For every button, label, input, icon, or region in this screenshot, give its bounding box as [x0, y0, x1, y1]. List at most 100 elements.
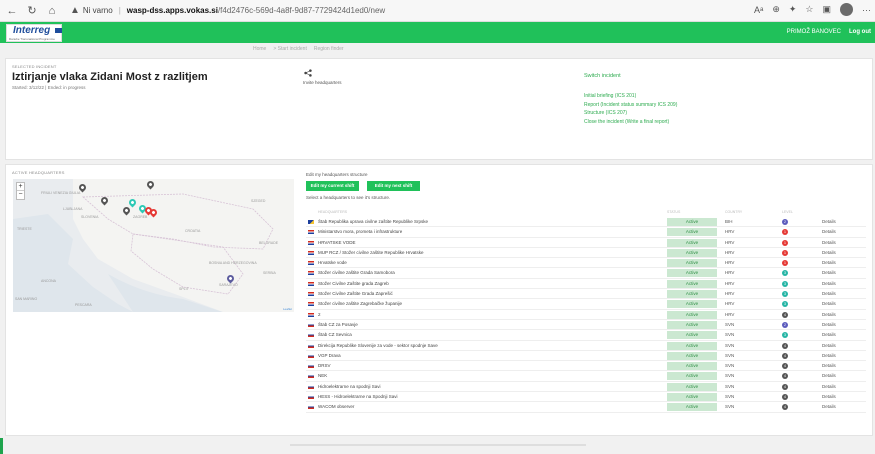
details-link[interactable]: Details — [822, 343, 836, 348]
headquarters-name[interactable]: Direkcija Republike Slovenije za vode - … — [318, 343, 438, 348]
details-link[interactable]: Details — [822, 291, 836, 296]
map-label: Sarajevo — [219, 283, 238, 287]
table-row[interactable]: Stožer Civilne Zaštite Grada Zaprešić Act… — [306, 289, 866, 300]
details-link[interactable]: Details — [822, 301, 836, 306]
details-link[interactable]: Details — [822, 322, 836, 327]
favorites-icon[interactable]: ☆ — [805, 4, 813, 15]
table-row[interactable]: HESS - Hidroelektrarne na Spodnji Savi Ac… — [306, 392, 866, 403]
headquarters-name[interactable]: MUP RCZ / Stožer civilne zaštite Republi… — [318, 250, 423, 255]
read-aloud-icon[interactable]: Aᵃ — [754, 5, 763, 15]
switch-incident-link[interactable]: Switch incident — [584, 73, 621, 79]
country-code: BIH — [725, 219, 733, 224]
more-icon[interactable]: ··· — [862, 5, 871, 15]
headquarters-name[interactable]: 2 — [318, 312, 321, 317]
details-link[interactable]: Details — [822, 404, 836, 409]
breadcrumb-home[interactable]: Home — [253, 46, 266, 52]
invite-headquarters-link[interactable]: Invite headquarters — [303, 80, 342, 85]
security-label[interactable]: Ni varno — [83, 6, 113, 15]
details-link[interactable]: Details — [822, 260, 836, 265]
link-initial-briefing[interactable]: Initial briefing (ICS 201) — [584, 93, 677, 99]
details-link[interactable]: Details — [822, 312, 836, 317]
breadcrumb-start-incident[interactable]: > Start incident — [273, 46, 307, 52]
table-row[interactable]: HRVATSKE VODE Active HRV 1 Details — [306, 238, 866, 248]
table-row[interactable]: VGP Drava Active SVN 4 Details — [306, 351, 866, 362]
extensions-icon[interactable]: ✦ — [789, 4, 797, 15]
status-badge: Active — [667, 320, 717, 329]
user-name[interactable]: PRIMOŽ BANOVEC — [787, 29, 841, 35]
logout-link[interactable]: Log out — [849, 29, 871, 35]
table-row[interactable]: Stožer civilne zaštite Zagrebačke župani… — [306, 299, 866, 310]
warning-icon[interactable]: ▲ — [70, 5, 80, 16]
headquarters-name[interactable]: Stožer civilne zaštite Grada Samobora — [318, 270, 395, 275]
details-link[interactable]: Details — [822, 332, 836, 337]
table-row[interactable]: MUP RCZ / Stožer civilne zaštite Republi… — [306, 248, 866, 259]
table-row[interactable]: Direkcija Republike Slovenije za vode - … — [306, 341, 866, 351]
headquarters-name[interactable]: Stožer Civilne Zaštite grada Zagreb — [318, 281, 389, 286]
link-close-incident[interactable]: Close the incident (Write a final report… — [584, 119, 677, 125]
headquarters-name[interactable]: Stožer civilne zaštite Zagrebačke župani… — [318, 301, 402, 306]
table-row[interactable]: WACOM observer Active SVN 4 Details — [306, 402, 866, 413]
table-row[interactable]: Hidroelektrarne na spodnji Savi Active SVN… — [306, 382, 866, 393]
details-link[interactable]: Details — [822, 394, 836, 399]
details-link[interactable]: Details — [822, 363, 836, 368]
headquarters-name[interactable]: Hrvatske vode — [318, 260, 347, 265]
headquarters-name[interactable]: Stožer Civilne Zaštite Grada Zaprešić — [318, 291, 393, 296]
address-bar[interactable]: ▲ Ni varno | wasp-dss.apps.vokas.si /f4d… — [70, 2, 515, 19]
headquarters-name[interactable]: Štab Republika uprava civilne zaštite Re… — [318, 219, 428, 224]
table-row[interactable]: Ministarstvo mora, prometa i infrastrukt… — [306, 227, 866, 238]
flag-icon — [308, 312, 314, 317]
details-link[interactable]: Details — [822, 219, 836, 224]
back-icon[interactable]: ← — [4, 3, 20, 19]
details-link[interactable]: Details — [822, 229, 836, 234]
breadcrumb-region-finder[interactable]: Region finder — [314, 46, 344, 52]
incident-report-links: Initial briefing (ICS 201) Report (Incid… — [584, 93, 677, 125]
level-badge: 1 — [782, 229, 788, 236]
edit-next-shift-button[interactable]: Edit my next shift — [367, 181, 420, 191]
flag-icon — [308, 240, 314, 245]
table-row[interactable]: DRSV Active SVN 4 Details — [306, 361, 866, 372]
profile-icon[interactable] — [840, 3, 853, 16]
table-row[interactable]: Štab CZ za Posavje Active SVN 2 Details — [306, 320, 866, 331]
details-link[interactable]: Details — [822, 353, 836, 358]
headquarters-name[interactable]: NEK — [318, 373, 327, 378]
link-structure[interactable]: Structure (ICS 207) — [584, 110, 677, 116]
collections-icon[interactable]: ▣ — [822, 4, 831, 15]
headquarters-name[interactable]: Ministarstvo mora, prometa i infrastrukt… — [318, 229, 402, 234]
map-attribution[interactable]: Leaflet — [283, 307, 292, 311]
refresh-icon[interactable]: ↻ — [24, 3, 40, 19]
details-link[interactable]: Details — [822, 281, 836, 286]
table-row[interactable]: Stožer Civilne Zaštite grada Zagreb Activ… — [306, 279, 866, 290]
details-link[interactable]: Details — [822, 270, 836, 275]
zoom-icon[interactable]: ⊕ — [772, 4, 780, 15]
interreg-logo[interactable]: Interreg Danube Transnational Programme — [6, 24, 62, 42]
table-row[interactable]: Hrvatske vode Active HRV 1 Details — [306, 258, 866, 269]
details-link[interactable]: Details — [822, 250, 836, 255]
headquarters-name[interactable]: HRVATSKE VODE — [318, 240, 356, 245]
home-icon[interactable]: ⌂ — [44, 3, 60, 19]
country-code: HRV — [725, 260, 735, 266]
table-row[interactable]: NEK Active SVN 4 Details — [306, 371, 866, 382]
details-link[interactable]: Details — [822, 384, 836, 389]
table-row[interactable]: 2 Active HRV 4 Details — [306, 310, 866, 320]
link-status-report[interactable]: Report (Incident status summary ICS 209) — [584, 102, 677, 108]
table-row[interactable]: Štab Republika uprava civilne zaštite Re… — [306, 217, 866, 228]
details-link[interactable]: Details — [822, 373, 836, 378]
headquarters-name[interactable]: DRSV — [318, 363, 331, 368]
table-row[interactable]: Štab CZ Sevnica Active SVN 3 Details — [306, 330, 866, 341]
headquarters-name[interactable]: VGP Drava — [318, 353, 341, 358]
zoom-in-button[interactable]: + — [17, 183, 24, 191]
share-icon[interactable] — [304, 69, 312, 77]
headquarters-name[interactable]: HESS - Hidroelektrarne na Spodnji Savi — [318, 394, 398, 399]
headquarters-name[interactable]: WACOM observer — [318, 404, 354, 409]
details-link[interactable]: Details — [822, 240, 836, 245]
flag-icon — [308, 333, 314, 338]
headquarters-name[interactable]: Štab CZ za Posavje — [318, 322, 358, 327]
zoom-out-button[interactable]: − — [17, 191, 24, 199]
headquarters-name[interactable]: Štab CZ Sevnica — [318, 332, 352, 337]
level-badge: 2 — [782, 219, 788, 225]
edit-current-shift-button[interactable]: Edit my current shift — [306, 181, 359, 191]
headquarters-name[interactable]: Hidroelektrarne na spodnji Savi — [318, 384, 381, 389]
table-row[interactable]: Stožer civilne zaštite Grada Samobora Act… — [306, 268, 866, 279]
map-label: San Marino — [15, 297, 38, 301]
map[interactable]: + − Friuli Venezia Giulia Ljubljana Slov… — [13, 179, 294, 312]
